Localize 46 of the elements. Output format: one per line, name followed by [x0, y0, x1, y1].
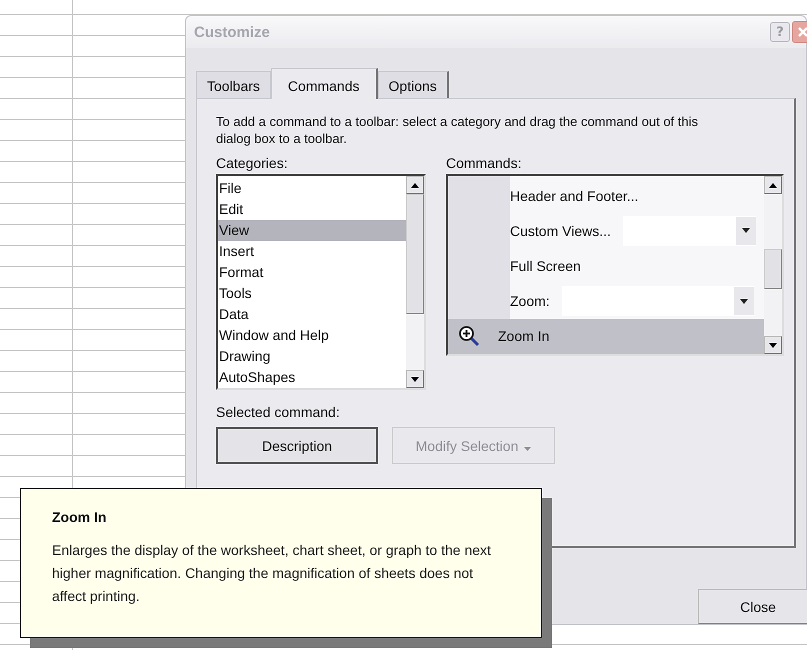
scroll-up-button[interactable]: [406, 176, 424, 194]
close-icon: [797, 26, 807, 38]
up-arrow-icon: [411, 182, 419, 188]
command-item[interactable]: Header and Footer...: [448, 178, 764, 214]
close-dialog-button[interactable]: Close: [698, 589, 807, 624]
tooltip-text: Enlarges the display of the worksheet, chart sheet, or graph to the next higher magnification. Changing the magnification of sheets does not affect printing.: [52, 541, 492, 606]
list-item[interactable]: File: [218, 178, 406, 199]
section-label: Selected command:: [216, 404, 341, 420]
scroll-up-button[interactable]: [764, 176, 782, 194]
scroll-down-button[interactable]: [406, 370, 424, 388]
scrollbar[interactable]: [764, 176, 782, 354]
zoom-in-icon: [458, 325, 480, 348]
tab[interactable]: Commands: [270, 68, 378, 99]
list-item[interactable]: AutoShapes: [218, 367, 406, 388]
up-arrow-icon: [769, 182, 777, 188]
list-label: Categories:: [216, 155, 289, 171]
tooltip-title: Zoom In: [52, 509, 108, 525]
list-item[interactable]: Window and Help: [218, 325, 406, 346]
list-item[interactable]: View: [218, 220, 406, 241]
scroll-down-button[interactable]: [764, 336, 782, 354]
down-arrow-icon: [411, 376, 419, 382]
dropdown-arrow-icon: [742, 228, 750, 234]
list-label: Commands:: [446, 155, 522, 171]
list-item[interactable]: Format: [218, 262, 406, 283]
command-item[interactable]: Zoom:: [448, 284, 764, 319]
command-item[interactable]: Zoom In: [448, 318, 764, 354]
dropdown-arrow-icon: [740, 298, 748, 304]
command-item[interactable]: Custom Views...: [448, 213, 764, 248]
command-item[interactable]: Full Screen: [448, 248, 764, 284]
tab[interactable]: Toolbars: [196, 71, 271, 98]
list-item[interactable]: Drawing: [218, 346, 406, 367]
window-title: Customize: [194, 24, 271, 40]
scroll-thumb[interactable]: [406, 194, 424, 314]
dropdown-arrow-icon: [524, 446, 532, 450]
list-item[interactable]: Edit: [218, 199, 406, 220]
commands-list[interactable]: Header and Footer... Custom Views... Full Screen Zoom: Zoom In: [446, 174, 784, 356]
list-item[interactable]: Data: [218, 304, 406, 325]
list-item[interactable]: Tools: [218, 283, 406, 304]
scroll-thumb[interactable]: [764, 249, 782, 289]
instruction-text: To add a command to a toolbar: select a category and drag the command out of this dialog box to a toolbar.: [216, 113, 700, 147]
tab[interactable]: Options: [378, 71, 449, 98]
scrollbar[interactable]: [406, 176, 424, 388]
down-arrow-icon: [769, 342, 777, 348]
categories-list[interactable]: File Edit View Insert Format Tools Data Window and Help Drawing AutoShapes: [216, 174, 426, 390]
description-button[interactable]: Description: [216, 427, 378, 464]
list-item[interactable]: Insert: [218, 241, 406, 262]
